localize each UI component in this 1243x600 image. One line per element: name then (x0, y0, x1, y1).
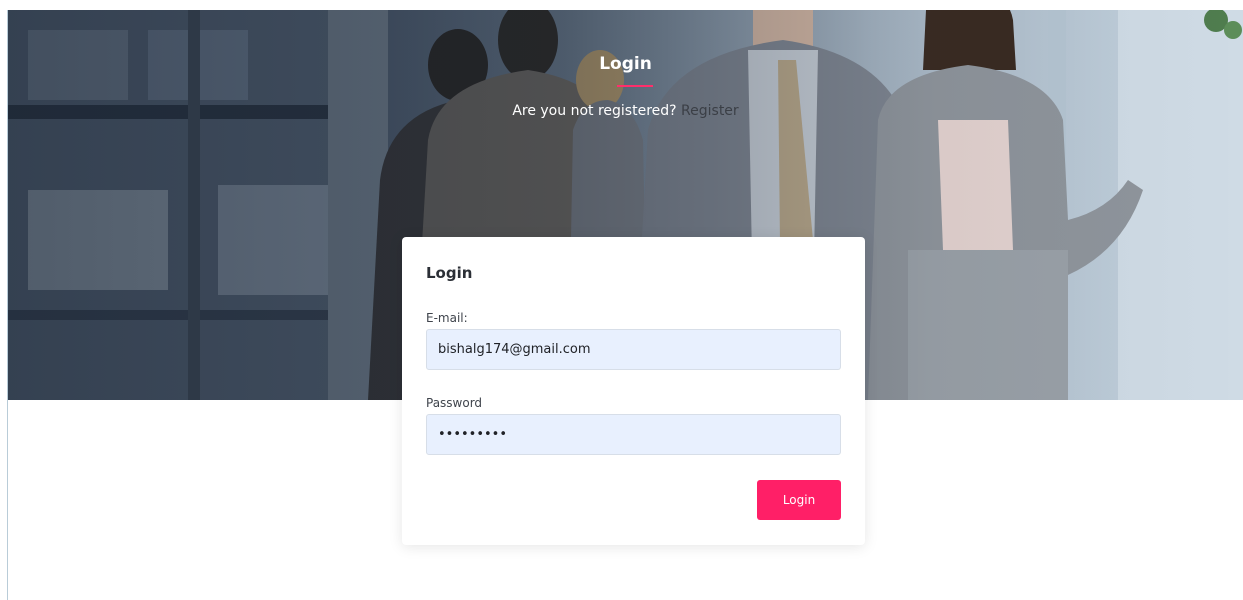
not-registered-text: Are you not registered? (512, 103, 677, 119)
email-field[interactable] (426, 329, 841, 370)
password-field[interactable] (426, 414, 841, 455)
hero-title: Login (599, 54, 652, 74)
login-page: Login Are you not registered? Register L… (0, 0, 1243, 600)
login-button[interactable]: Login (757, 480, 841, 520)
login-card: Login E-mail: Password Login (402, 237, 865, 545)
password-label: Password (426, 396, 483, 410)
email-label: E-mail: (426, 311, 468, 325)
login-card-title: Login (426, 264, 473, 282)
register-link[interactable]: Register (681, 103, 739, 119)
hero-subtitle: Are you not registered? Register (8, 103, 1243, 119)
hero-title-underline (617, 85, 653, 87)
